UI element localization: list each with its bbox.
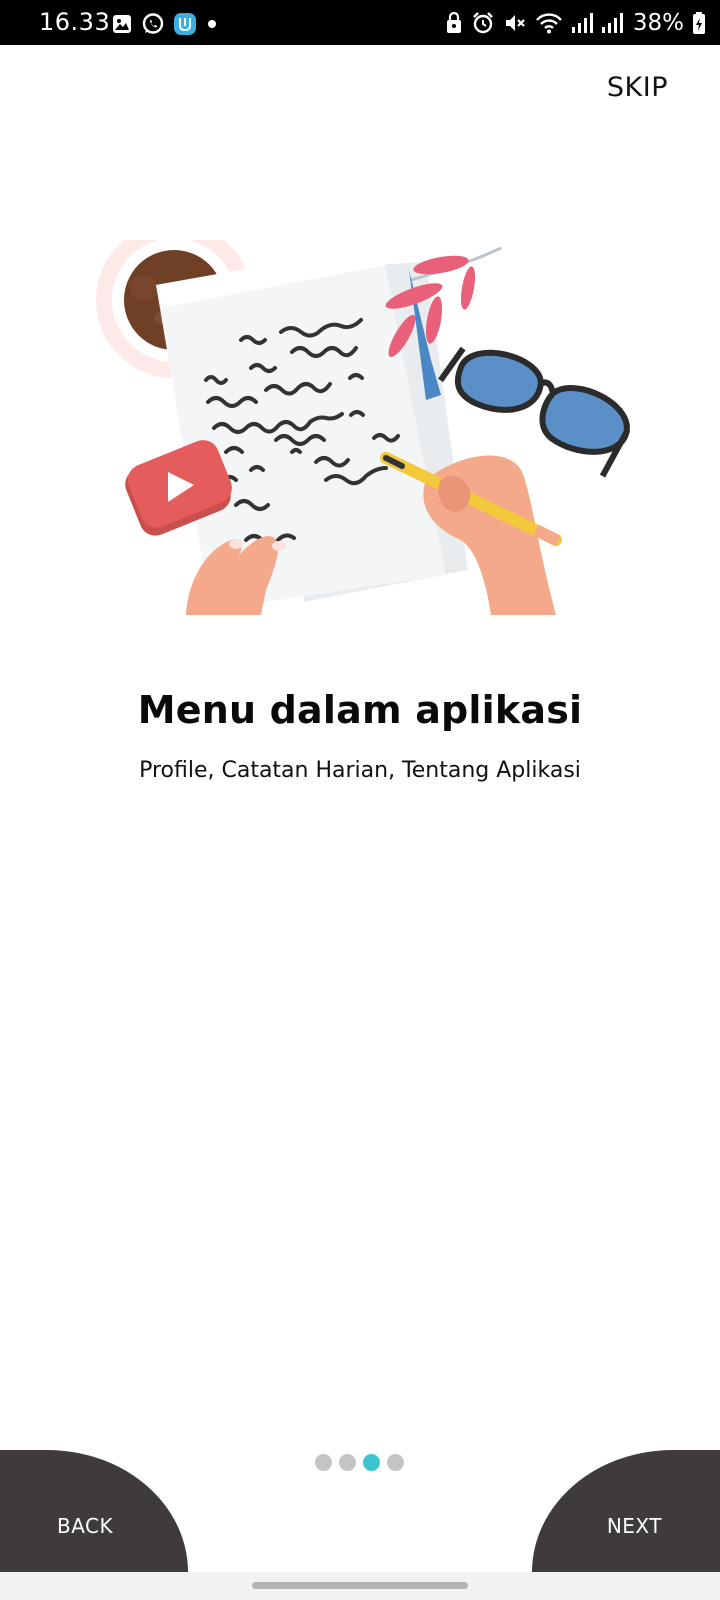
wifi-icon bbox=[535, 13, 562, 34]
alarm-icon bbox=[473, 12, 493, 34]
battery-charging-icon bbox=[693, 12, 705, 34]
next-button[interactable] bbox=[532, 1450, 720, 1572]
signal-icon bbox=[601, 13, 623, 33]
app-notification-icon bbox=[174, 13, 196, 35]
page-dot-active bbox=[363, 1454, 380, 1471]
status-time: 16.33 bbox=[39, 8, 111, 36]
home-gesture-handle[interactable] bbox=[252, 1582, 468, 1589]
page-dot bbox=[339, 1454, 356, 1471]
notification-icons bbox=[111, 12, 219, 36]
system-status-icons: 38% bbox=[445, 10, 706, 36]
dot-icon bbox=[208, 20, 216, 28]
status-bar: 16.33 38% bbox=[0, 0, 720, 45]
battery-percentage: 38% bbox=[632, 10, 684, 36]
back-button[interactable] bbox=[0, 1450, 188, 1572]
lock-icon bbox=[446, 11, 461, 33]
page-subtitle: Profile, Catatan Harian, Tentang Aplikas… bbox=[139, 758, 581, 783]
back-button-label[interactable]: BACK bbox=[57, 1514, 113, 1538]
writing-notes-illustration bbox=[96, 240, 631, 615]
next-button-label[interactable]: NEXT bbox=[607, 1514, 662, 1538]
page-title: Menu dalam aplikasi bbox=[137, 688, 583, 732]
skip-button[interactable]: SKIP bbox=[607, 72, 668, 103]
page-dot bbox=[387, 1454, 404, 1471]
whatsapp-icon bbox=[142, 13, 164, 34]
page-dot bbox=[315, 1454, 332, 1471]
signal-icon bbox=[571, 13, 593, 33]
gallery-icon bbox=[113, 15, 131, 33]
mute-icon bbox=[505, 15, 525, 31]
page-indicator bbox=[315, 1454, 404, 1471]
